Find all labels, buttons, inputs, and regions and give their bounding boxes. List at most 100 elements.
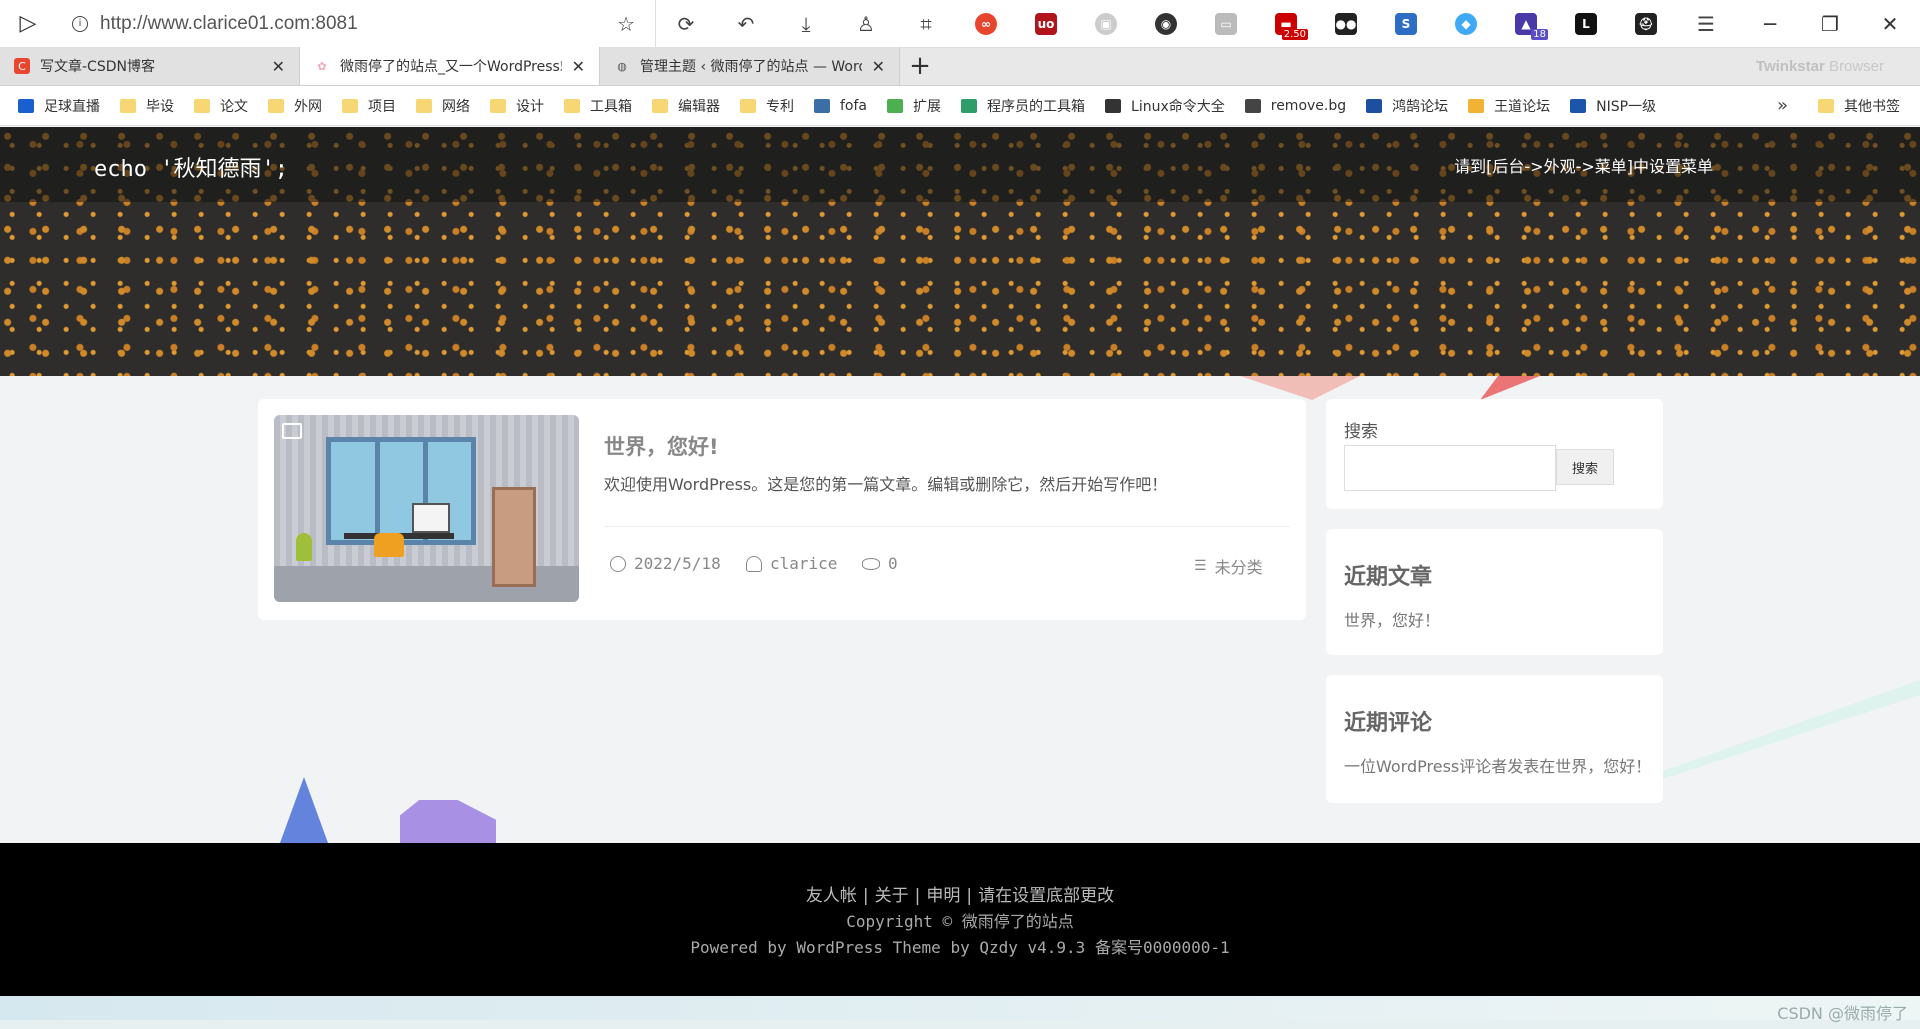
tab-close-icon[interactable]: ✕ — [572, 57, 585, 76]
site-title[interactable]: echo '秋知德雨'; — [94, 151, 288, 183]
other-bookmarks[interactable]: 其他书签 — [1818, 96, 1900, 116]
other-bookmarks-label: 其他书签 — [1844, 98, 1900, 115]
bookmark-item[interactable]: 网络 — [416, 96, 470, 116]
shield-extension-icon[interactable]: ◆ — [1436, 0, 1496, 48]
extension-infinity-icon[interactable]: ∞ — [956, 0, 1016, 48]
bookmark-label: 毕设 — [146, 98, 174, 115]
bookmark-item[interactable]: 工具箱 — [564, 96, 632, 116]
bookmark-item[interactable]: fofa — [814, 98, 867, 114]
bookmark-item[interactable]: 专利 — [740, 96, 794, 116]
bookmark-label: 设计 — [516, 98, 544, 115]
tab-title: 写文章-CSDN博客 — [40, 59, 155, 75]
eye-icon — [862, 557, 880, 570]
bookmark-item[interactable]: NISP一级 — [1570, 96, 1656, 116]
site-favicon-icon — [1244, 98, 1261, 113]
recent-post-link[interactable]: 世界，您好！ — [1344, 607, 1649, 631]
image-extension-icon[interactable]: ▣ — [1076, 0, 1136, 48]
footer-link-settings[interactable]: 请在设置底部更改 — [978, 886, 1114, 906]
bookmark-item[interactable]: 王道论坛 — [1468, 96, 1550, 116]
bottom-gradient-bar — [0, 996, 1920, 1020]
folder-icon — [1818, 98, 1834, 113]
tampermonkey-icon[interactable]: ●● — [1316, 0, 1376, 48]
post-title[interactable]: 世界，您好! — [604, 431, 719, 461]
site-favicon-icon — [814, 98, 830, 113]
bookmark-label: 王道论坛 — [1494, 98, 1551, 115]
menu-icon[interactable]: ☰ — [1676, 0, 1736, 48]
footer-link-friends[interactable]: 友人帐 — [806, 886, 857, 906]
bookmark-label: 工具箱 — [590, 98, 632, 115]
bookmark-label: 程序员的工具箱 — [987, 98, 1086, 115]
record-extension-icon[interactable]: ◉ — [1136, 0, 1196, 48]
bookmark-label: 项目 — [368, 98, 396, 115]
bookmark-label: 论文 — [220, 98, 248, 115]
bookmark-item[interactable]: 编辑器 — [652, 96, 720, 116]
site-header-banner: echo '秋知德雨'; 请到[后台->外观->菜单]中设置菜单 — [0, 127, 1920, 376]
post-excerpt: 欢迎使用WordPress。这是您的第一篇文章。编辑或删除它，然后开始写作吧！ — [604, 475, 1168, 494]
post-category[interactable]: ☰ 未分类 — [1194, 554, 1263, 578]
tab-wordpress-site[interactable]: ✿ 微雨停了的站点_又一个WordPress站点 ✕ — [300, 47, 600, 85]
bookmark-star-icon[interactable]: ☆ — [617, 12, 635, 36]
browser-toolbar: ▷ i http://www.clarice01.com:8081 ☆ ⟳ ↶ … — [0, 0, 1920, 48]
sidebar-toggle-icon[interactable]: ▷ — [0, 0, 56, 48]
download-icon[interactable]: ⤓ — [776, 0, 836, 48]
search-input[interactable] — [1344, 445, 1556, 491]
graduation-extension-icon[interactable]: ▲ 18 — [1496, 0, 1556, 48]
address-url[interactable]: http://www.clarice01.com:8081 — [100, 13, 617, 35]
footer-copyright: Copyright © 微雨停了的站点 — [846, 912, 1074, 931]
bookmark-item[interactable]: 鸿鹄论坛 — [1366, 96, 1448, 116]
bookmark-item[interactable]: 项目 — [342, 96, 396, 116]
bookmark-item[interactable]: 论文 — [194, 96, 248, 116]
bookmark-label: 外网 — [294, 98, 322, 115]
post-author[interactable]: clarice — [746, 554, 837, 573]
minimize-icon[interactable]: ─ — [1740, 0, 1800, 48]
bookmark-item[interactable]: 设计 — [490, 96, 544, 116]
restore-icon[interactable]: ❐ — [1800, 0, 1860, 48]
recent-comments-widget: 近期评论 一位WordPress评论者发表在世界，您好！ — [1326, 675, 1663, 803]
bookmark-item[interactable]: remove.bg — [1244, 98, 1346, 114]
tab-title: 微雨停了的站点_又一个WordPress站点 — [340, 59, 562, 75]
tab-title: 管理主题 ‹ 微雨停了的站点 — WordPress — [640, 59, 862, 75]
folder-icon — [194, 98, 210, 113]
bookmark-item[interactable]: 程序员的工具箱 — [961, 96, 1085, 116]
hat-extension-icon[interactable]: ⛑ — [1616, 0, 1676, 48]
post-category-text[interactable]: 未分类 — [1215, 554, 1263, 578]
ublock-icon[interactable]: uo — [1016, 0, 1076, 48]
user-icon[interactable]: ♙ — [836, 0, 896, 48]
footer-links: 友人帐 | 关于 | 申明 | 请在设置底部更改 — [805, 886, 1115, 906]
bookmark-item[interactable]: 外网 — [268, 96, 322, 116]
csdn-favicon-icon: C — [14, 58, 30, 74]
tab-csdn[interactable]: C 写文章-CSDN博客 ✕ — [0, 47, 300, 85]
folder-icon — [740, 98, 756, 113]
site-favicon-icon — [18, 98, 34, 113]
recent-comment-link[interactable]: 一位WordPress评论者发表在世界，您好！ — [1344, 753, 1649, 777]
tab-theme-admin[interactable]: ◍ 管理主题 ‹ 微雨停了的站点 — WordPress ✕ — [600, 47, 900, 85]
footer-link-statement[interactable]: 申明 — [926, 886, 960, 906]
post-author-text[interactable]: clarice — [770, 554, 837, 573]
tab-close-icon[interactable]: ✕ — [272, 57, 285, 76]
close-window-icon[interactable]: ✕ — [1860, 0, 1920, 48]
decorative-shape — [1240, 376, 1360, 400]
bookmark-item[interactable]: 扩展 — [887, 96, 941, 116]
address-bar[interactable]: i http://www.clarice01.com:8081 ☆ — [56, 0, 656, 48]
leetcode-extension-icon[interactable]: L — [1556, 0, 1616, 48]
post-thumbnail[interactable] — [274, 415, 579, 602]
undo-close-icon[interactable]: ↶ — [716, 0, 776, 48]
bookmark-item[interactable]: Linux命令大全 — [1105, 96, 1225, 116]
chevron-right-icon[interactable]: » — [1777, 95, 1788, 116]
crop-screenshot-icon[interactable]: ⌗ — [896, 0, 956, 48]
bookmark-item[interactable]: 毕设 — [120, 96, 174, 116]
bookmark-item[interactable]: 足球直播 — [18, 96, 100, 116]
screen-extension-icon[interactable]: ▭ — [1196, 0, 1256, 48]
bookmark-label: 鸿鹄论坛 — [1392, 98, 1449, 115]
search-label: 搜索 — [1344, 422, 1378, 442]
tab-close-icon[interactable]: ✕ — [872, 57, 885, 76]
reload-icon[interactable]: ⟳ — [656, 0, 716, 48]
site-favicon-icon — [961, 98, 978, 113]
s-extension-icon[interactable]: S — [1376, 0, 1436, 48]
site-info-icon[interactable]: i — [72, 15, 88, 32]
search-button[interactable]: 搜索 — [1556, 449, 1614, 485]
adblock-plus-icon[interactable]: ▬ 2.50 — [1256, 0, 1316, 48]
new-tab-icon[interactable]: + — [900, 47, 940, 85]
site-favicon-icon — [1366, 98, 1383, 113]
footer-link-about[interactable]: 关于 — [875, 886, 909, 906]
